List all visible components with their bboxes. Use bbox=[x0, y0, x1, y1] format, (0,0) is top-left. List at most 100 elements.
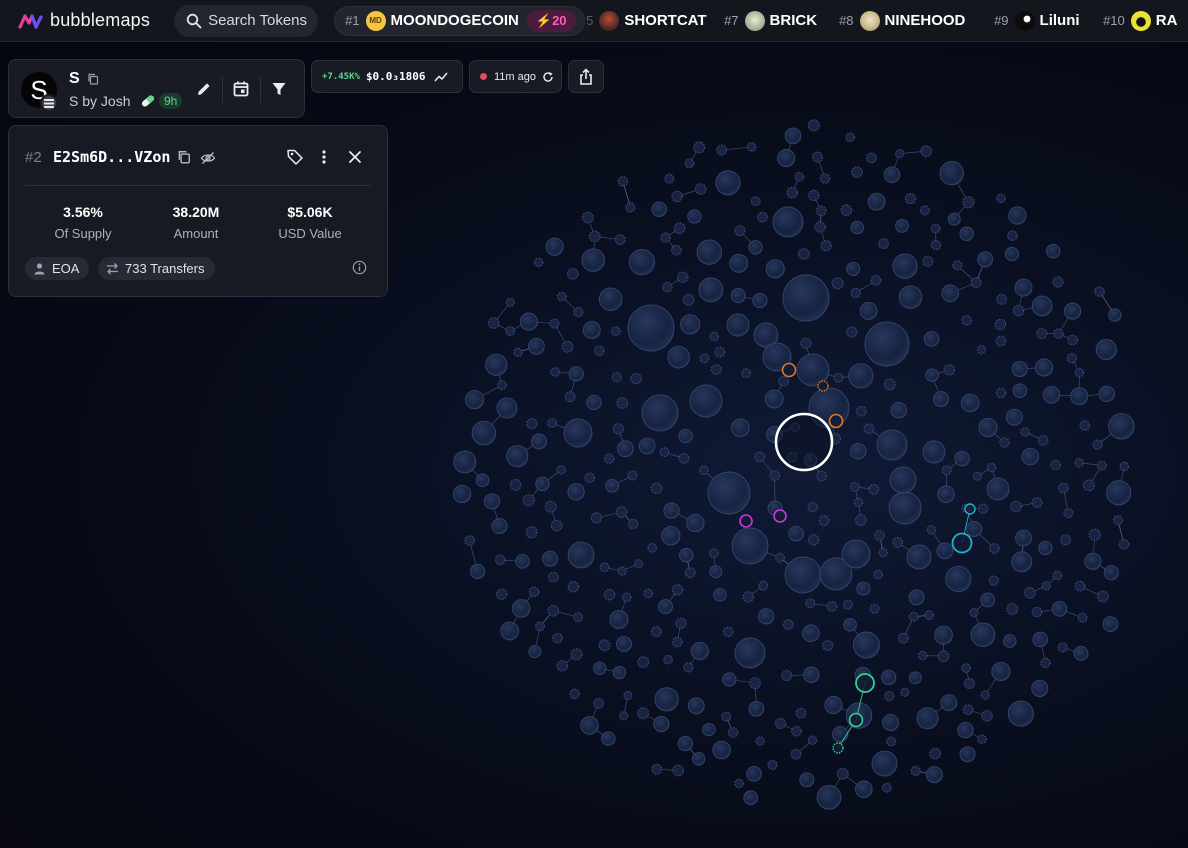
trending-item[interactable]: #9 Liluni bbox=[994, 6, 1080, 36]
wallet-bubble[interactable] bbox=[850, 287, 861, 299]
wallet-bubble[interactable] bbox=[611, 372, 622, 383]
wallet-bubble[interactable] bbox=[945, 565, 972, 592]
cluster-bubble-orange[interactable] bbox=[817, 380, 829, 392]
wallet-bubble[interactable] bbox=[1082, 479, 1095, 492]
wallet-bubble[interactable] bbox=[592, 697, 604, 709]
wallet-bubble[interactable] bbox=[767, 759, 778, 771]
wallet-bubble[interactable] bbox=[765, 259, 785, 279]
wallet-bubble[interactable] bbox=[978, 417, 998, 438]
wallet-bubble[interactable] bbox=[1077, 612, 1088, 623]
wallet-bubble[interactable] bbox=[715, 170, 741, 196]
wallet-bubble[interactable] bbox=[926, 525, 937, 535]
cluster-bubble-orange[interactable] bbox=[828, 413, 844, 429]
wallet-bubble[interactable] bbox=[496, 397, 518, 419]
wallet-bubble[interactable] bbox=[895, 219, 909, 233]
copy-icon[interactable] bbox=[177, 150, 191, 164]
wallet-bubble[interactable] bbox=[552, 632, 563, 644]
wallet-bubble[interactable] bbox=[1064, 302, 1082, 320]
wallet-bubble[interactable] bbox=[730, 288, 746, 304]
wallet-bubble[interactable] bbox=[505, 297, 515, 307]
wallet-bubble[interactable] bbox=[650, 482, 663, 495]
wallet-bubble[interactable] bbox=[929, 747, 942, 760]
wallet-bubble[interactable] bbox=[582, 321, 601, 340]
wallet-bubble[interactable] bbox=[623, 690, 633, 701]
wallet-bubble[interactable] bbox=[1057, 642, 1068, 653]
wallet-bubble[interactable] bbox=[962, 704, 974, 716]
wallet-bubble[interactable] bbox=[654, 687, 679, 712]
wallet-bubble[interactable] bbox=[684, 567, 696, 579]
wallet-bubble[interactable] bbox=[892, 253, 918, 279]
wallet-bubble[interactable] bbox=[617, 176, 629, 187]
wallet-bubble[interactable] bbox=[1063, 508, 1074, 519]
transfers-chip[interactable]: 733 Transfers bbox=[98, 257, 215, 280]
wallet-bubble[interactable] bbox=[925, 766, 943, 784]
wallet-bubble[interactable] bbox=[692, 141, 706, 154]
wallet-bubble[interactable] bbox=[1103, 565, 1119, 581]
wallet-bubble[interactable] bbox=[734, 225, 746, 237]
wallet-bubble[interactable] bbox=[1053, 328, 1064, 339]
wallet-bubble[interactable] bbox=[567, 580, 580, 593]
wallet-bubble[interactable] bbox=[452, 484, 472, 504]
wallet-bubble[interactable] bbox=[722, 672, 737, 687]
wallet-bubble[interactable] bbox=[930, 223, 941, 234]
wallet-bubble[interactable] bbox=[650, 626, 662, 637]
wallet-bubble[interactable] bbox=[570, 648, 583, 661]
wallet-bubble[interactable] bbox=[878, 238, 890, 250]
wallet-bubble[interactable] bbox=[616, 397, 629, 409]
calendar-icon[interactable] bbox=[232, 80, 250, 98]
wallet-bubble[interactable] bbox=[727, 727, 739, 738]
wallet-bubble[interactable] bbox=[884, 690, 895, 702]
wallet-bubble[interactable] bbox=[627, 470, 638, 481]
wallet-bubble[interactable] bbox=[930, 239, 942, 251]
wallet-bubble[interactable] bbox=[819, 173, 831, 184]
wallet-bubble[interactable] bbox=[590, 512, 603, 524]
wallet-bubble[interactable] bbox=[961, 663, 971, 673]
wallet-bubble[interactable] bbox=[748, 700, 765, 717]
trending-item[interactable]: #10 RA bbox=[1103, 6, 1177, 36]
wallet-bubble[interactable] bbox=[531, 433, 547, 450]
wallet-bubble[interactable] bbox=[1008, 206, 1027, 225]
wallet-bubble[interactable] bbox=[989, 543, 1000, 554]
selected-wallet-bubble[interactable] bbox=[774, 412, 834, 472]
wallet-bubble[interactable] bbox=[1031, 606, 1043, 618]
wallet-bubble[interactable] bbox=[841, 539, 871, 569]
wallet-bubble[interactable] bbox=[843, 618, 857, 632]
wallet-bubble[interactable] bbox=[924, 610, 935, 620]
wallet-bubble[interactable] bbox=[1106, 480, 1132, 506]
wallet-bubble[interactable] bbox=[709, 565, 723, 579]
cluster-bubble-purple[interactable] bbox=[739, 514, 753, 528]
wallet-bubble[interactable] bbox=[628, 249, 655, 276]
edit-icon[interactable] bbox=[195, 80, 213, 98]
wallet-bubble[interactable] bbox=[986, 462, 997, 473]
wallet-bubble[interactable] bbox=[746, 766, 762, 782]
wallet-bubble[interactable] bbox=[573, 306, 584, 318]
wallet-bubble[interactable] bbox=[1042, 386, 1061, 404]
wallet-bubble[interactable] bbox=[922, 440, 946, 464]
wallet-bubble[interactable] bbox=[617, 440, 634, 458]
wallet-bubble[interactable] bbox=[734, 778, 744, 789]
wallet-type-chip[interactable]: EOA bbox=[25, 257, 90, 280]
wallet-bubble[interactable] bbox=[816, 470, 827, 482]
wallet-bubble[interactable] bbox=[1036, 328, 1048, 340]
wallet-bubble[interactable] bbox=[908, 611, 919, 622]
wallet-bubble[interactable] bbox=[643, 588, 653, 599]
wallet-bubble[interactable] bbox=[497, 380, 507, 391]
wallet-bubble[interactable] bbox=[1035, 358, 1054, 377]
wallet-bubble[interactable] bbox=[1050, 459, 1061, 471]
wallet-bubble[interactable] bbox=[1040, 657, 1051, 669]
wallet-bubble[interactable] bbox=[568, 366, 584, 382]
wallet-bubble[interactable] bbox=[741, 368, 751, 378]
wallet-bubble[interactable] bbox=[494, 554, 506, 566]
wallet-bubble[interactable] bbox=[943, 364, 956, 376]
wallet-bubble[interactable] bbox=[922, 255, 934, 267]
wallet-bubble[interactable] bbox=[716, 144, 728, 156]
wallet-bubble[interactable] bbox=[917, 650, 928, 661]
wallet-bubble[interactable] bbox=[667, 345, 690, 369]
wallet-bubble[interactable] bbox=[972, 471, 983, 481]
wallet-bubble[interactable] bbox=[698, 277, 724, 303]
wallet-bubble[interactable] bbox=[1020, 427, 1030, 437]
wallet-bubble[interactable] bbox=[814, 221, 826, 233]
wallet-bubble[interactable] bbox=[525, 526, 538, 539]
wallet-bubble[interactable] bbox=[709, 331, 719, 342]
wallet-bubble[interactable] bbox=[713, 588, 727, 602]
